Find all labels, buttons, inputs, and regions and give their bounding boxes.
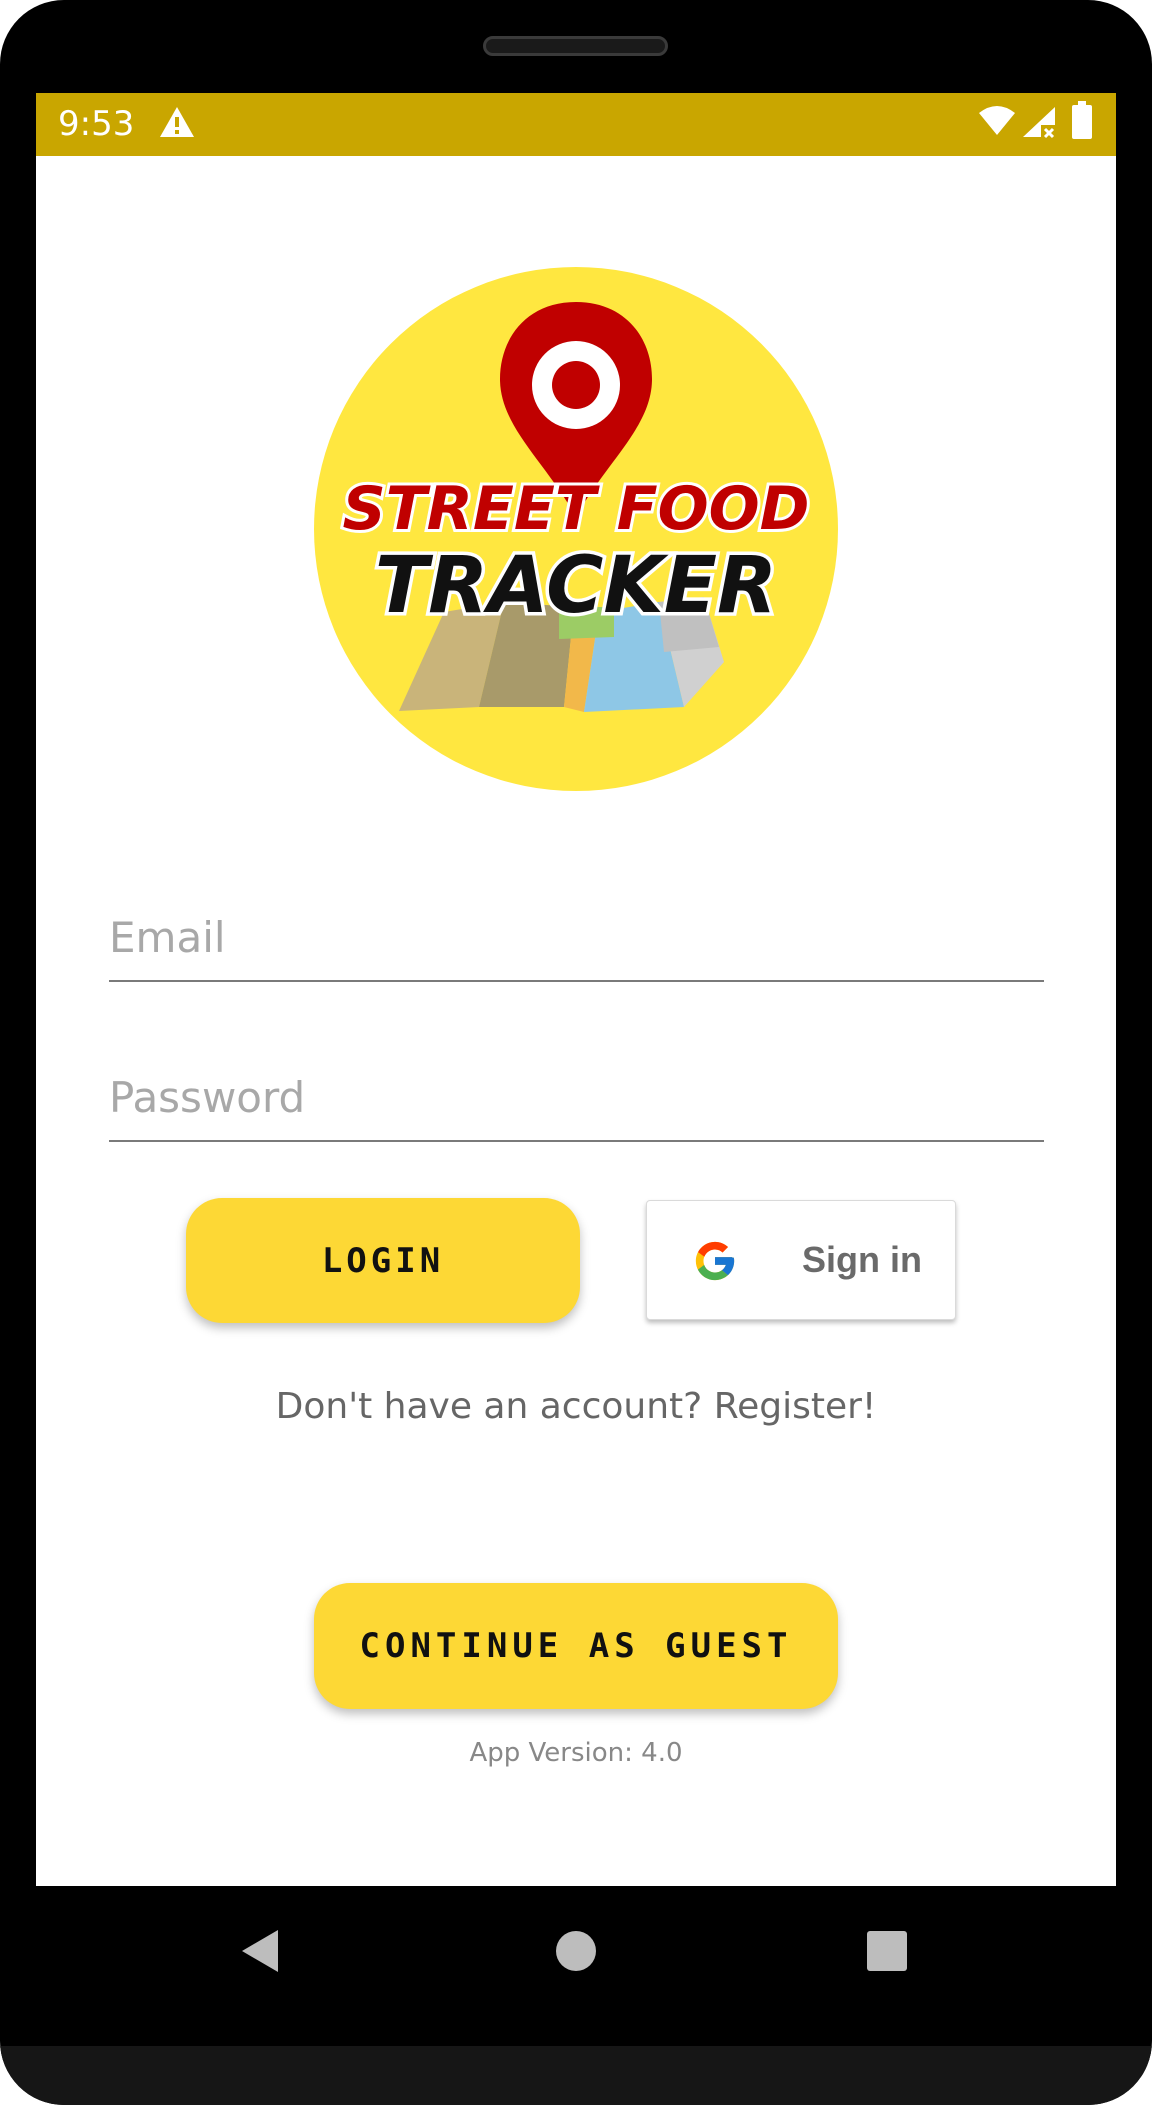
email-input[interactable] — [109, 900, 1044, 980]
email-field[interactable] — [109, 900, 1044, 982]
guest-button-label: CONTINUE AS GUEST — [359, 1626, 793, 1666]
login-screen: STREET FOOD TRACKER LOGIN Sign in Don't … — [36, 156, 1116, 1886]
google-sign-in-button[interactable]: Sign in — [646, 1200, 956, 1320]
navigation-bar — [0, 1886, 1152, 2046]
logo-line2: TRACKER — [375, 541, 777, 631]
continue-as-guest-button[interactable]: CONTINUE AS GUEST — [314, 1583, 838, 1709]
warning-icon — [160, 107, 194, 137]
login-button[interactable]: LOGIN — [186, 1198, 580, 1323]
back-icon[interactable] — [240, 1928, 280, 1974]
status-time: 9:53 — [58, 104, 135, 144]
app-version-text: App Version: 4.0 — [469, 1738, 683, 1768]
phone-frame: 9:53 STREET FOOD TRACKER Email LOGIN Sig… — [0, 0, 1152, 2105]
google-icon — [695, 1241, 735, 1281]
register-link[interactable]: Don't have an account? Register! — [36, 1386, 1116, 1427]
home-icon[interactable] — [555, 1930, 597, 1972]
earpiece-speaker — [483, 36, 668, 56]
login-button-label: LOGIN — [321, 1240, 445, 1281]
google-sign-in-label: Sign in — [802, 1239, 922, 1280]
recents-icon[interactable] — [867, 1931, 907, 1971]
app-logo: STREET FOOD TRACKER — [314, 267, 838, 791]
logo-line1: STREET FOOD — [343, 474, 810, 544]
battery-icon — [1072, 101, 1092, 139]
password-input[interactable] — [109, 1060, 1044, 1140]
phone-chin — [0, 2046, 1152, 2105]
password-field[interactable] — [109, 1060, 1044, 1142]
wifi-icon — [979, 106, 1015, 135]
signal-icon — [1023, 107, 1055, 139]
status-bar: 9:53 — [36, 93, 1116, 156]
